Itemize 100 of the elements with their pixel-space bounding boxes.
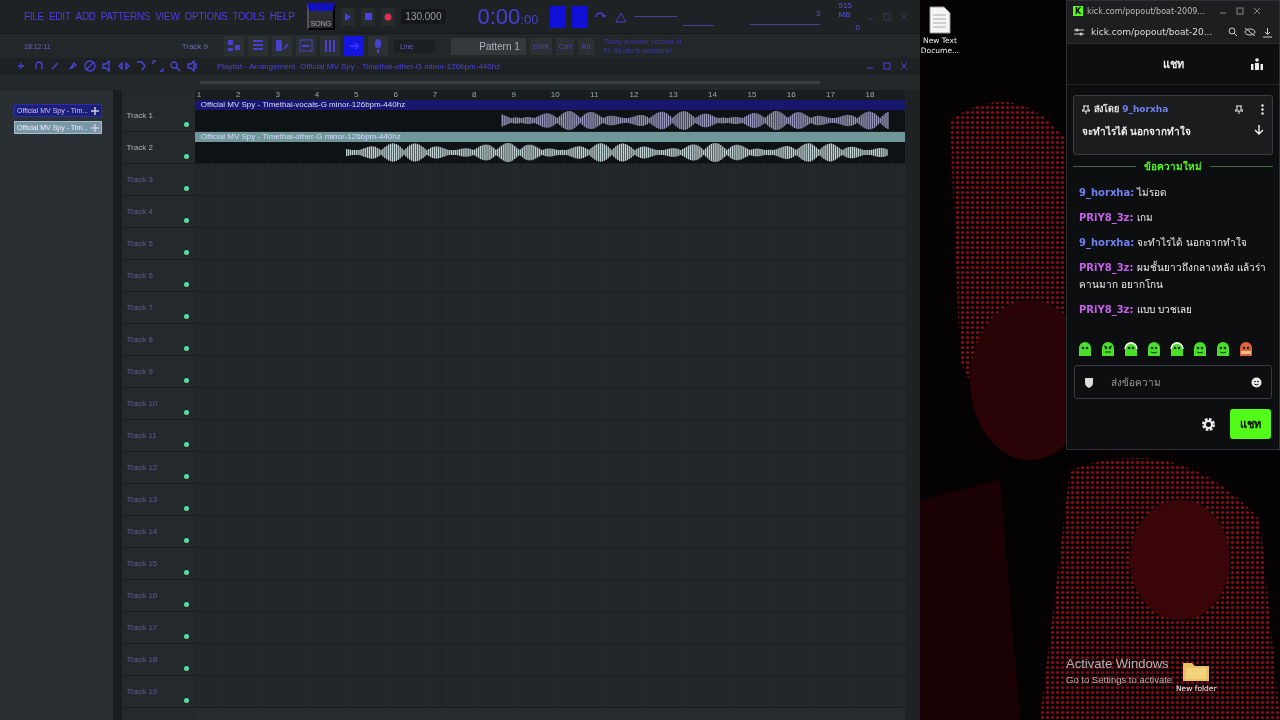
timeline-ruler[interactable]: 1 2 3 4 5 6 7 8 9 10 11 12 13 14 15 16 17 18 (194, 90, 905, 100)
pin-icon (1082, 104, 1090, 114)
track-enable-dot[interactable] (183, 666, 189, 671)
menu-item[interactable]: PATTERNS (100, 10, 151, 23)
track-enable-dot[interactable] (183, 218, 189, 223)
track-name[interactable]: Track 16 (126, 591, 158, 600)
track-enable-dot[interactable] (183, 154, 189, 159)
stop-icon (364, 13, 372, 20)
track-enable-dot[interactable] (183, 378, 189, 383)
toolbar-button[interactable] (368, 36, 388, 56)
track-name[interactable]: Track 4 (126, 207, 153, 216)
track-name[interactable]: Track 13 (126, 495, 158, 504)
toolbar-button[interactable] (296, 36, 316, 56)
emote-icon[interactable] (1192, 341, 1208, 357)
emote-icon[interactable] (1169, 341, 1185, 357)
modifier-key[interactable]: Shift (529, 37, 552, 55)
close-icon[interactable] (900, 62, 908, 70)
track-name[interactable]: Track 14 (126, 527, 158, 536)
modifier-key[interactable]: Alt (578, 37, 594, 55)
track-name[interactable]: Track 6 (126, 271, 153, 280)
track-name[interactable]: Track 10 (126, 399, 158, 408)
toolbar-button[interactable] (320, 36, 340, 56)
emote-icon[interactable] (1077, 341, 1093, 357)
record-button[interactable] (381, 7, 396, 26)
track-enable-dot[interactable] (183, 250, 189, 255)
menu-item[interactable]: TOOLS (232, 10, 265, 23)
play-button[interactable] (341, 7, 356, 26)
close-icon[interactable] (1253, 7, 1261, 15)
track-enable-dot[interactable] (183, 314, 189, 319)
message-field[interactable]: ส่งข้อความ (1074, 365, 1272, 399)
audio-clip[interactable]: Official MV Spy - Timethai-vocals-G minor-126bpm-440hz (194, 100, 905, 131)
track-name[interactable]: Track 15 (126, 559, 158, 568)
track-enable-dot[interactable] (183, 474, 189, 479)
emote-icon[interactable] (1146, 341, 1162, 357)
track-name[interactable]: Track 5 (126, 239, 153, 248)
menu-item[interactable]: FILE (24, 10, 44, 23)
track-enable-dot[interactable] (183, 122, 189, 127)
send-button[interactable]: แชท (1230, 409, 1271, 439)
metronome-icon (613, 10, 628, 23)
toolbar-button[interactable] (248, 36, 268, 56)
track-enable-dot[interactable] (183, 442, 189, 447)
menu-item[interactable]: ADD (75, 10, 96, 23)
maximize-icon[interactable] (1236, 7, 1244, 15)
tool-icon (186, 60, 198, 72)
maximize-icon[interactable] (883, 62, 891, 70)
track-enable-dot[interactable] (183, 186, 189, 191)
modifier-key[interactable]: Ctrl (555, 37, 575, 55)
pattern-selector[interactable]: Pattern 1 (451, 37, 526, 55)
track-name[interactable]: Track 1 (126, 111, 153, 120)
track-enable-dot[interactable] (183, 570, 189, 575)
track-enable-dot[interactable] (183, 538, 189, 543)
track-name[interactable]: Track 12 (126, 463, 158, 472)
track-lane[interactable] (194, 164, 905, 196)
tool-icon (118, 60, 130, 72)
track-name[interactable]: Track 18 (126, 655, 158, 664)
track-name[interactable]: Track 8 (126, 335, 153, 344)
pattern-song-indicator[interactable] (550, 5, 566, 28)
pattern-song-indicator[interactable] (572, 5, 588, 28)
stop-button[interactable] (361, 7, 376, 26)
emote-icon[interactable] (1238, 341, 1254, 357)
breadcrumb-item[interactable]: Official MV Spy - Timethai-other-G minor-126bpm-440hz (300, 61, 501, 71)
chat-header: แชท (1162, 57, 1184, 73)
track-name[interactable]: Track 9 (126, 367, 153, 376)
emote-icon[interactable] (1215, 341, 1231, 357)
site-info-icon (1073, 27, 1085, 37)
bar-number: 4 (314, 90, 320, 99)
bar-number: 17 (826, 90, 835, 99)
track-enable-dot[interactable] (183, 602, 189, 607)
track-enable-dot[interactable] (183, 506, 189, 511)
chat-message: PRiY8_3z: เกม (1079, 211, 1154, 226)
emote-icon[interactable] (1100, 341, 1116, 357)
track-name[interactable]: Track 3 (126, 175, 153, 184)
menu-item[interactable]: HELP (269, 10, 295, 23)
track-enable-dot[interactable] (183, 282, 189, 287)
menu-item[interactable]: OPTIONS (184, 10, 228, 23)
address-bar[interactable]: kick.com/popout/boat-20... (1091, 27, 1222, 37)
toolbar-button[interactable] (224, 36, 244, 56)
bar-number: 10 (550, 90, 560, 99)
bar-number: 18 (865, 90, 875, 99)
tempo-display[interactable]: 130.000 (401, 9, 446, 24)
emote-icon[interactable] (1123, 341, 1139, 357)
menu-item[interactable]: EDIT (48, 10, 71, 23)
track-enable-dot[interactable] (183, 410, 189, 415)
bar-number: 9 (511, 90, 516, 99)
track-enable-dot[interactable] (183, 346, 189, 351)
track-name[interactable]: Track 2 (126, 143, 153, 152)
toolbar-button[interactable] (272, 36, 292, 56)
playlist-title: Playlist - Arrangement (217, 61, 296, 71)
track-name[interactable]: Track 19 (126, 687, 158, 696)
more-icon (1261, 103, 1264, 115)
track-enable-dot[interactable] (183, 634, 189, 639)
track-name[interactable]: Track 17 (126, 623, 158, 632)
track-name[interactable]: Track 11 (126, 431, 157, 440)
users-icon (1251, 58, 1263, 70)
audio-clip[interactable]: Official MV Spy - Timethai-other-G minor-126bpm-440hz (194, 132, 905, 163)
bar-number: 15 (747, 90, 757, 99)
track-name[interactable]: Track 7 (126, 303, 153, 312)
toolbar-button[interactable] (344, 36, 364, 56)
track-enable-dot[interactable] (183, 698, 189, 703)
menu-item[interactable]: VIEW (155, 10, 180, 23)
